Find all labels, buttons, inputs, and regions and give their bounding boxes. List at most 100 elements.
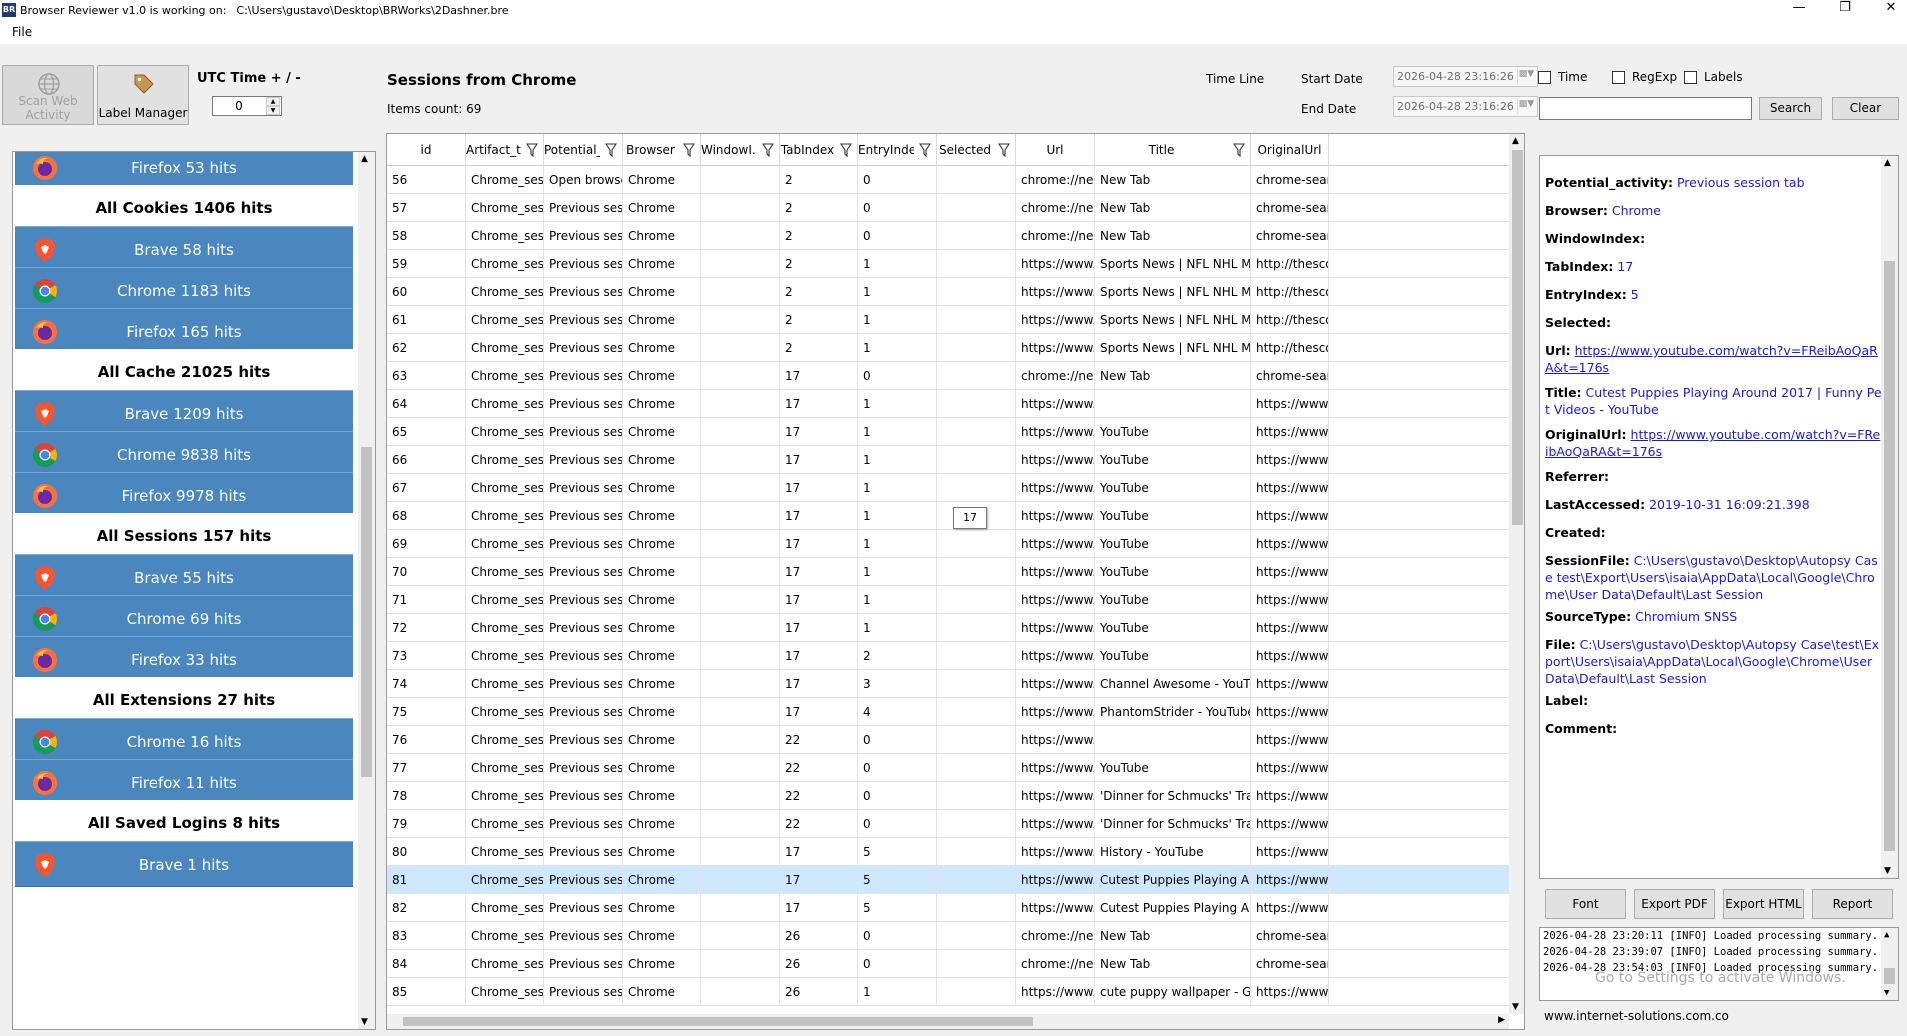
table-row[interactable]: 64Chrome_sessi...Previous sessi...Chrome… (387, 390, 1509, 418)
scroll-up-icon[interactable]: ▲ (1512, 136, 1519, 146)
filter-icon[interactable] (839, 143, 853, 158)
grid-vertical-scrollbar[interactable]: ▲ ▼ (1509, 134, 1524, 1014)
grid-hscroll-thumb[interactable] (403, 1017, 1033, 1026)
minimize-button[interactable]: — (1776, 0, 1822, 20)
filter-icon[interactable] (918, 143, 932, 158)
browser-filter-button[interactable]: Firefox 165 hits (15, 308, 353, 354)
scroll-down-icon[interactable]: ▼ (1884, 866, 1891, 876)
column-header[interactable]: WindowI... (701, 134, 780, 166)
details-scroll-thumb[interactable] (1884, 261, 1895, 851)
labels-checkbox[interactable] (1684, 71, 1697, 84)
table-row[interactable]: 73Chrome_sessi...Previous sessi...Chrome… (387, 642, 1509, 670)
filter-icon[interactable] (682, 143, 696, 158)
browser-filter-button[interactable]: Chrome 69 hits (15, 595, 353, 641)
clear-button[interactable]: Clear (1832, 97, 1899, 120)
table-row[interactable]: 59Chrome_sessi...Previous sessi...Chrome… (387, 250, 1509, 278)
filter-icon[interactable] (997, 143, 1011, 158)
table-row[interactable]: 81Chrome_sessi...Previous sessi...Chrome… (387, 866, 1509, 894)
left-scroll-thumb[interactable] (361, 447, 372, 777)
export-html-button[interactable]: Export HTML (1723, 889, 1804, 919)
browser-filter-button[interactable]: Firefox 33 hits (15, 636, 353, 682)
calendar-dropdown-icon[interactable]: ▩▼ (1517, 99, 1535, 114)
table-row[interactable]: 66Chrome_sessi...Previous sessi...Chrome… (387, 446, 1509, 474)
grid-vscroll-thumb[interactable] (1512, 150, 1523, 525)
column-header[interactable]: EntryIndex (858, 134, 937, 166)
log-textbox[interactable]: 2026-04-28 23:20:11 [INFO] Loaded proces… (1539, 927, 1899, 1001)
menu-file[interactable]: File (12, 25, 32, 39)
table-row[interactable]: 72Chrome_sessi...Previous sessi...Chrome… (387, 614, 1509, 642)
table-row[interactable]: 65Chrome_sessi...Previous sessi...Chrome… (387, 418, 1509, 446)
table-row[interactable]: 70Chrome_sessi...Previous sessi...Chrome… (387, 558, 1509, 586)
log-scroll-thumb[interactable] (1884, 968, 1895, 984)
stepper-up-icon[interactable]: ▲ (266, 97, 280, 106)
filter-icon[interactable] (1232, 143, 1246, 158)
scroll-up-icon[interactable]: ▲ (1884, 158, 1891, 168)
time-checkbox[interactable] (1538, 71, 1551, 84)
utc-offset-stepper[interactable]: 0 ▲ ▼ (212, 96, 282, 116)
log-scrollbar[interactable]: ▲ ▼ (1881, 928, 1898, 1000)
details-scrollbar[interactable]: ▲ ▼ (1881, 156, 1898, 878)
column-header[interactable]: TabIndex (780, 134, 858, 166)
filter-icon[interactable] (525, 143, 539, 158)
search-input[interactable] (1539, 97, 1752, 120)
calendar-dropdown-icon[interactable]: ▩▼ (1517, 69, 1535, 84)
browser-filter-button[interactable]: Chrome 16 hits (15, 718, 353, 764)
filter-icon[interactable] (761, 143, 775, 158)
scan-web-activity-button[interactable]: Scan Web Activity (2, 65, 94, 125)
end-date-picker[interactable]: 2026-04-28 23:16:26 ▩▼ (1393, 96, 1538, 117)
browser-filter-button[interactable]: Brave 58 hits (15, 226, 353, 272)
column-header[interactable]: Url (1016, 134, 1095, 166)
table-row[interactable]: 85Chrome_sessi...Previous sessi...Chrome… (387, 978, 1509, 1006)
table-row[interactable]: 69Chrome_sessi...Previous sessi...Chrome… (387, 530, 1509, 558)
scroll-down-icon[interactable]: ▼ (1884, 988, 1889, 998)
browser-filter-button[interactable]: Firefox 9978 hits (15, 472, 353, 518)
table-row[interactable]: 74Chrome_sessi...Previous sessi...Chrome… (387, 670, 1509, 698)
scroll-up-icon[interactable]: ▲ (361, 154, 368, 164)
close-button[interactable]: ✕ (1868, 0, 1907, 20)
export-pdf-button[interactable]: Export PDF (1634, 889, 1715, 919)
column-header[interactable]: Artifact_t... (466, 134, 544, 166)
table-row[interactable]: 57Chrome_sessi...Previous sessi...Chrome… (387, 194, 1509, 222)
table-row[interactable]: 77Chrome_sessi...Previous sessi...Chrome… (387, 754, 1509, 782)
detail-link[interactable]: https://www.youtube.com/watch?v=FReibAoQ… (1545, 343, 1878, 375)
table-row[interactable]: 61Chrome_sessi...Previous sessi...Chrome… (387, 306, 1509, 334)
start-date-picker[interactable]: 2026-04-28 23:16:26 ▩▼ (1393, 66, 1538, 87)
table-row[interactable]: 58Chrome_sessi...Previous sessi...Chrome… (387, 222, 1509, 250)
browser-filter-button[interactable]: Chrome 9838 hits (15, 431, 353, 477)
left-scrollbar[interactable]: ▲ ▼ (358, 152, 375, 1029)
table-row[interactable]: 78Chrome_sessi...Previous sessi...Chrome… (387, 782, 1509, 810)
label-manager-button[interactable]: Label Manager (97, 65, 189, 125)
browser-filter-button[interactable]: Chrome 1183 hits (15, 267, 353, 313)
restore-button[interactable]: ❐ (1822, 0, 1868, 20)
scroll-down-icon[interactable]: ▼ (361, 1017, 368, 1027)
browser-filter-button[interactable]: Brave 55 hits (15, 554, 353, 600)
stepper-down-icon[interactable]: ▼ (266, 106, 280, 115)
scroll-right-icon[interactable]: ▶ (1498, 1015, 1505, 1025)
table-row[interactable]: 83Chrome_sessi...Previous sessi...Chrome… (387, 922, 1509, 950)
browser-filter-button[interactable]: Brave 1 hits (15, 841, 353, 887)
table-row[interactable]: 63Chrome_sessi...Previous sessi...Chrome… (387, 362, 1509, 390)
table-row[interactable]: 67Chrome_sessi...Previous sessi...Chrome… (387, 474, 1509, 502)
table-row[interactable]: 80Chrome_sessi...Previous sessi...Chrome… (387, 838, 1509, 866)
browser-filter-button[interactable]: Firefox 11 hits (15, 759, 353, 805)
table-row[interactable]: 84Chrome_sessi...Previous sessi...Chrome… (387, 950, 1509, 978)
table-row[interactable]: 75Chrome_sessi...Previous sessi...Chrome… (387, 698, 1509, 726)
table-row[interactable]: 56Chrome_sessi...Open browser...Chrome 20… (387, 166, 1509, 194)
column-header[interactable]: Potential_... (544, 134, 623, 166)
table-row[interactable]: 62Chrome_sessi...Previous sessi...Chrome… (387, 334, 1509, 362)
grid-horizontal-scrollbar[interactable]: ▶ (387, 1014, 1509, 1029)
table-row[interactable]: 79Chrome_sessi...Previous sessi...Chrome… (387, 810, 1509, 838)
column-header[interactable]: Browser (623, 134, 701, 166)
column-header[interactable]: Selected (937, 134, 1016, 166)
search-button[interactable]: Search (1759, 97, 1822, 120)
table-row[interactable]: 82Chrome_sessi...Previous sessi...Chrome… (387, 894, 1509, 922)
scroll-down-icon[interactable]: ▼ (1512, 1002, 1519, 1012)
column-header[interactable]: OriginalUrl (1251, 134, 1329, 166)
filter-icon[interactable] (604, 143, 618, 158)
table-row[interactable]: 76Chrome_sessi...Previous sessi...Chrome… (387, 726, 1509, 754)
table-row[interactable]: 71Chrome_sessi...Previous sessi...Chrome… (387, 586, 1509, 614)
regexp-checkbox[interactable] (1612, 71, 1625, 84)
column-header[interactable]: id (387, 134, 466, 166)
table-row[interactable]: 60Chrome_sessi...Previous sessi...Chrome… (387, 278, 1509, 306)
report-button[interactable]: Report (1812, 889, 1893, 919)
